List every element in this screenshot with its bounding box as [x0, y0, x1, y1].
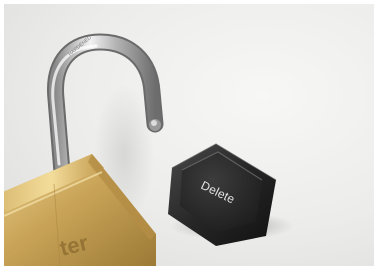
image-frame: HARDENED ter Delete — [0, 0, 378, 270]
photo: HARDENED ter Delete — [4, 4, 374, 266]
photo-scene: HARDENED ter Delete — [4, 33, 294, 266]
